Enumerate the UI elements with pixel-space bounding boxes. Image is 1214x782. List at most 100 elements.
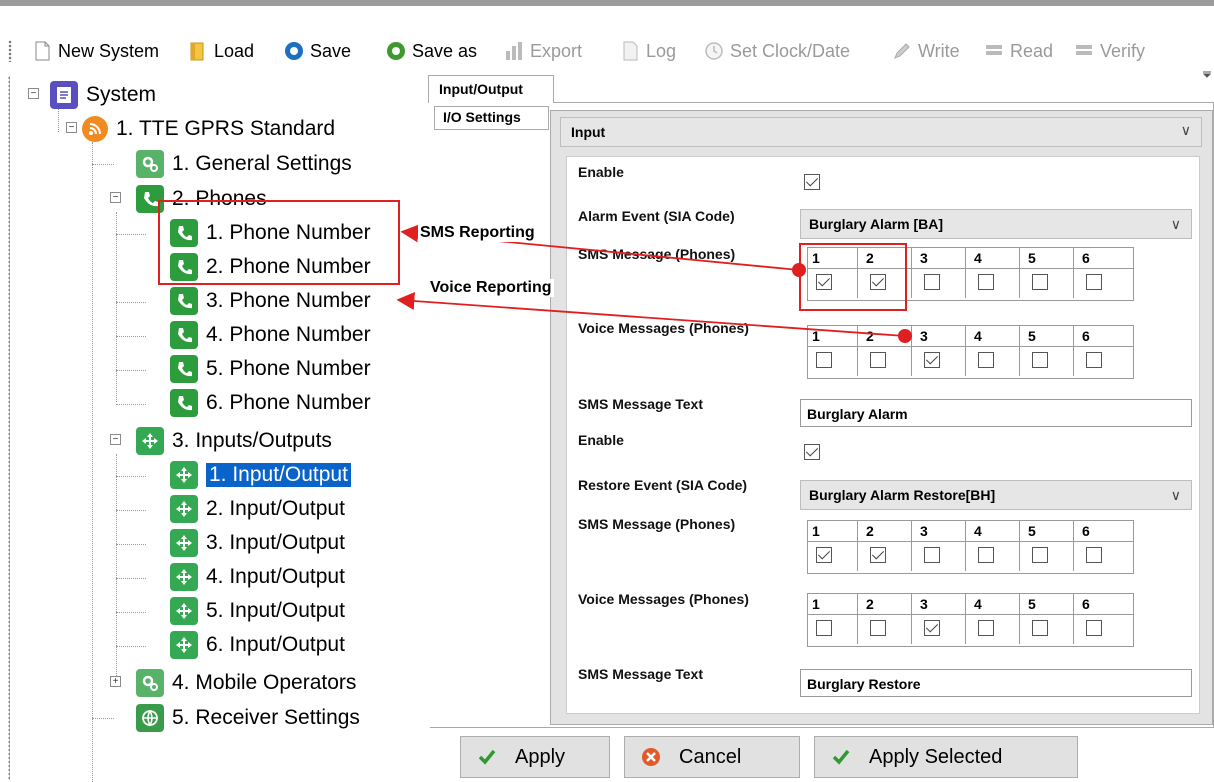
- restore-sms-phone-checkbox[interactable]: [1032, 547, 1048, 563]
- expand-mobile-toggle[interactable]: +: [110, 676, 121, 687]
- tree-node-system[interactable]: System: [50, 80, 156, 110]
- restore-sms-text-input[interactable]: Burglary Restore: [800, 669, 1192, 697]
- alarm-sms-text-input[interactable]: Burglary Alarm: [800, 399, 1192, 427]
- alarm-voice-phone-checkbox[interactable]: [870, 352, 886, 368]
- restore-sms-label: SMS Message (Phones): [578, 516, 736, 532]
- tree-node-label: 5. Phone Number: [206, 357, 371, 380]
- restore-voice-phone-checkbox[interactable]: [924, 620, 940, 636]
- gears-icon: [136, 669, 164, 697]
- restore-event-select[interactable]: Burglary Alarm Restore[BH] ∨: [800, 480, 1192, 510]
- tree-node-device[interactable]: 1. TTE GPRS Standard: [82, 114, 335, 144]
- toolbar-overflow-icon[interactable]: [1202, 62, 1212, 78]
- collapse-phones-toggle[interactable]: −: [110, 192, 121, 203]
- alarm-voice-phone-checkbox[interactable]: [924, 352, 940, 368]
- sms-phones-highlight-box: [158, 200, 400, 285]
- tree-node-general-settings[interactable]: 1. General Settings: [136, 149, 352, 179]
- alarm-enable-checkbox[interactable]: [804, 174, 820, 190]
- export-button[interactable]: Export: [504, 38, 582, 64]
- read-button[interactable]: Read: [984, 38, 1053, 64]
- tab-input-output[interactable]: Input/Output: [428, 75, 554, 103]
- alarm-voice-phone-cell: 6: [1078, 326, 1128, 376]
- tree-connector: [116, 646, 146, 647]
- tree-connector: [92, 142, 93, 782]
- tree-node-phone-number[interactable]: 6. Phone Number: [170, 388, 371, 418]
- restore-sms-phone-checkbox[interactable]: [924, 547, 940, 563]
- phone-column-header: 3: [920, 596, 928, 612]
- restore-sms-phone-checkbox[interactable]: [1086, 547, 1102, 563]
- tree-node-phone-number[interactable]: 3. Phone Number: [170, 286, 371, 316]
- alarm-voice-phone-cell: 4: [970, 326, 1020, 376]
- tree-node-receiver-settings[interactable]: 5. Receiver Settings: [136, 703, 360, 733]
- sms-reporting-label: SMS Reporting: [418, 224, 537, 242]
- alarm-sms-phone-checkbox[interactable]: [978, 274, 994, 290]
- new-document-icon: [32, 41, 52, 61]
- tree-node-input-output[interactable]: 4. Input/Output: [170, 562, 345, 592]
- alarm-sms-phone-cell: 4: [970, 248, 1020, 298]
- restore-sms-phone-cell: 5: [1024, 521, 1074, 571]
- restore-voice-phone-checkbox[interactable]: [816, 620, 832, 636]
- checkmark-icon: [831, 747, 851, 767]
- tree-connector: [116, 578, 146, 579]
- alarm-sms-phone-checkbox[interactable]: [1032, 274, 1048, 290]
- apply-button[interactable]: Apply: [460, 736, 610, 778]
- tree-node-label: 6. Phone Number: [206, 391, 371, 414]
- alarm-sms-label: SMS Message (Phones): [578, 246, 736, 262]
- collapse-system-toggle[interactable]: −: [28, 88, 39, 99]
- alarm-sms-phone-checkbox[interactable]: [924, 274, 940, 290]
- save-button[interactable]: Save: [284, 38, 351, 64]
- save-as-button[interactable]: Save as: [386, 38, 477, 64]
- restore-voice-phone-checkbox[interactable]: [870, 620, 886, 636]
- tree-node-input-output[interactable]: 2. Input/Output: [170, 494, 345, 524]
- alarm-sms-phone-checkbox[interactable]: [1086, 274, 1102, 290]
- phone-column-header: 1: [812, 328, 820, 344]
- alarm-voice-phone-checkbox[interactable]: [1086, 352, 1102, 368]
- restore-event-label: Restore Event (SIA Code): [578, 477, 748, 493]
- collapse-io-toggle[interactable]: −: [110, 434, 121, 445]
- tree-connector: [116, 302, 146, 303]
- four-arrows-icon: [170, 563, 198, 591]
- write-button[interactable]: Write: [892, 38, 960, 64]
- log-button[interactable]: Log: [620, 38, 676, 64]
- apply-selected-button[interactable]: Apply Selected: [814, 736, 1078, 778]
- restore-enable-checkbox[interactable]: [804, 444, 820, 460]
- restore-voice-phone-grid: 1 2 3 4 5 6: [807, 593, 1134, 647]
- system-tree[interactable]: − − − − + System 1. TTE GPRS Standard 1.…: [22, 76, 422, 782]
- tree-node-input-output[interactable]: 5. Input/Output: [170, 596, 345, 626]
- tree-node-inputs-outputs[interactable]: 3. Inputs/Outputs: [136, 426, 332, 456]
- alarm-text-label: SMS Message Text: [578, 396, 704, 412]
- collapse-device-toggle[interactable]: −: [66, 122, 77, 133]
- tab-io-settings[interactable]: I/O Settings: [434, 106, 549, 130]
- verify-label: Verify: [1100, 40, 1146, 61]
- restore-sms-phone-cell: 4: [970, 521, 1020, 571]
- four-arrows-icon: [136, 427, 164, 455]
- verify-button[interactable]: Verify: [1074, 38, 1145, 64]
- alarm-voice-phone-checkbox[interactable]: [978, 352, 994, 368]
- tree-node-phone-number[interactable]: 4. Phone Number: [170, 320, 371, 350]
- verify-icon: [1074, 41, 1094, 61]
- restore-sms-phone-checkbox[interactable]: [816, 547, 832, 563]
- tree-node-phone-number[interactable]: 5. Phone Number: [170, 354, 371, 384]
- tree-node-mobile-operators[interactable]: 4. Mobile Operators: [136, 668, 356, 698]
- toolbar-grip[interactable]: [8, 40, 12, 62]
- alarm-voice-phone-checkbox[interactable]: [1032, 352, 1048, 368]
- alarm-event-select[interactable]: Burglary Alarm [BA] ∨: [800, 209, 1192, 239]
- io-type-select[interactable]: Input ∨: [560, 117, 1202, 147]
- restore-sms-phone-checkbox[interactable]: [978, 547, 994, 563]
- set-clock-label: Set Clock/Date: [730, 40, 851, 61]
- restore-voice-phone-checkbox[interactable]: [1086, 620, 1102, 636]
- load-button[interactable]: Load: [188, 38, 254, 64]
- tree-node-input-output[interactable]: 3. Input/Output: [170, 528, 345, 558]
- cancel-button[interactable]: Cancel: [624, 736, 800, 778]
- restore-voice-phone-checkbox[interactable]: [1032, 620, 1048, 636]
- restore-sms-phone-checkbox[interactable]: [870, 547, 886, 563]
- phone-icon: [170, 287, 198, 315]
- voice-reporting-label: Voice Reporting: [428, 279, 554, 297]
- restore-voice-phone-checkbox[interactable]: [978, 620, 994, 636]
- tree-node-input-output[interactable]: 1. Input/Output: [170, 460, 351, 490]
- new-system-button[interactable]: New System: [32, 38, 159, 64]
- tree-node-input-output[interactable]: 6. Input/Output: [170, 630, 345, 660]
- set-clock-button[interactable]: Set Clock/Date: [704, 38, 850, 64]
- new-system-label: New System: [58, 40, 160, 61]
- alarm-voice-phone-grid: 1 2 3 4 5 6: [807, 325, 1134, 379]
- alarm-voice-phone-checkbox[interactable]: [816, 352, 832, 368]
